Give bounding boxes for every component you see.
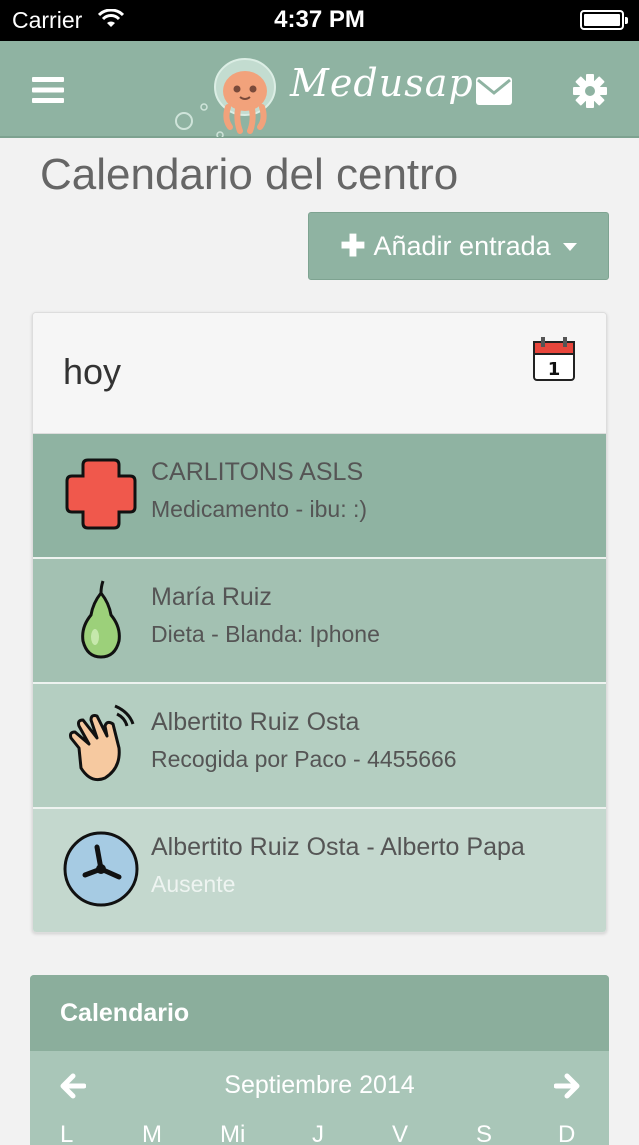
list-item[interactable]: Albertito Ruiz Osta Recogida por Paco - … (33, 684, 606, 809)
today-panel: hoy 1 CARLITONS ASLS Medicamento - ibu: … (32, 312, 607, 933)
weekday-label: J (312, 1121, 324, 1145)
caret-down-icon (562, 243, 577, 251)
weekday-label: Mi (220, 1121, 246, 1145)
page-title: Calendario del centro (40, 150, 459, 199)
entry-subtitle: Medicamento - ibu: :) (151, 496, 368, 522)
gear-icon[interactable] (573, 74, 607, 112)
list-item[interactable]: CARLITONS ASLS Medicamento - ibu: :) (33, 434, 606, 559)
calendar-nav: Septiembre 2014 (30, 1051, 609, 1121)
weekday-label: L (60, 1121, 74, 1145)
menu-icon[interactable] (32, 77, 64, 107)
calendar-month: Septiembre 2014 (224, 1071, 415, 1099)
waving-hand-icon (61, 704, 141, 784)
top-navbar: Medusap (0, 41, 639, 141)
status-bar: Carrier 4:37 PM (0, 0, 639, 41)
add-entry-label: Añadir entrada (373, 230, 551, 261)
weekday-row: L M Mi J V S D (30, 1121, 609, 1145)
add-entry-button[interactable]: ✚ Añadir entrada (308, 212, 609, 280)
arrow-right-icon[interactable] (553, 1073, 580, 1103)
weekday-label: V (392, 1121, 409, 1145)
app-name: Medusap (290, 61, 474, 105)
calendar-header: Calendario (30, 975, 609, 1051)
entry-subtitle: Ausente (151, 871, 236, 897)
svg-text:1: 1 (548, 359, 561, 380)
calendar-panel: Calendario Septiembre 2014 L M Mi J V S … (30, 975, 609, 1145)
medicine-cross-icon (61, 454, 141, 534)
entry-title: Albertito Ruiz Osta - Alberto Papa (151, 833, 525, 861)
battery-icon (580, 10, 628, 30)
entry-subtitle: Dieta - Blanda: Iphone (151, 621, 380, 647)
weekday-label: M (142, 1121, 162, 1145)
weekday-label: D (558, 1121, 576, 1145)
list-item[interactable]: María Ruiz Dieta - Blanda: Iphone (33, 559, 606, 684)
weekday-label: S (476, 1121, 493, 1145)
today-label: hoy (63, 351, 122, 392)
entry-subtitle: Recogida por Paco - 4455666 (151, 746, 457, 772)
entry-title: María Ruiz (151, 583, 272, 611)
entry-title: Albertito Ruiz Osta (151, 708, 360, 736)
pear-icon (61, 579, 141, 659)
clock-time: 4:37 PM (274, 6, 365, 33)
plus-icon: ✚ (340, 229, 366, 263)
calendar-title: Calendario (60, 999, 190, 1027)
entry-title: CARLITONS ASLS (151, 458, 364, 486)
envelope-icon[interactable] (476, 77, 512, 109)
list-item[interactable]: Albertito Ruiz Osta - Alberto Papa Ausen… (33, 809, 606, 932)
today-header: hoy 1 (33, 313, 606, 434)
jellyfish-logo-icon (170, 51, 302, 141)
calendar-day-icon[interactable]: 1 (533, 337, 575, 385)
clock-icon (61, 829, 141, 909)
